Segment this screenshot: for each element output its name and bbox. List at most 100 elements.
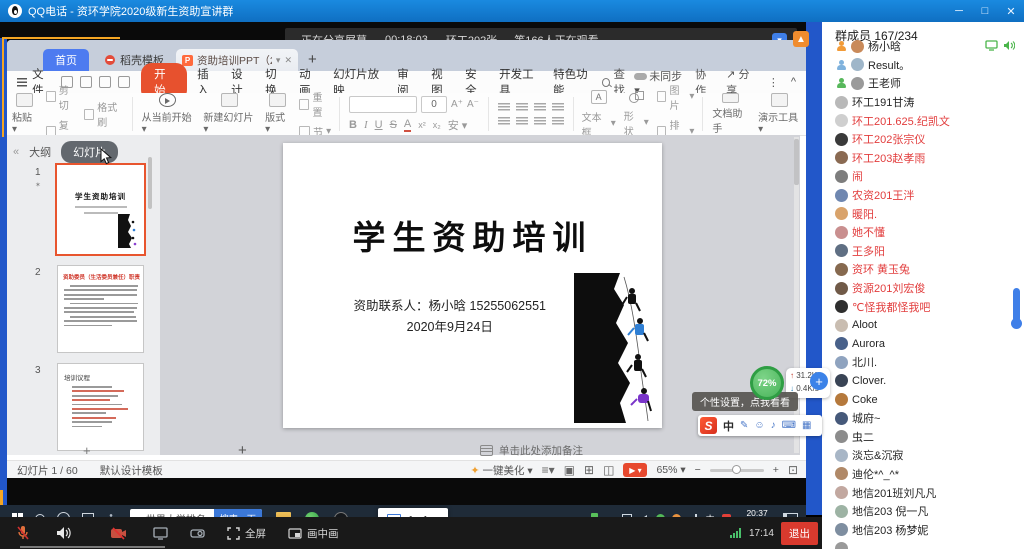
decrease-font-icon[interactable]: A⁻ <box>467 99 479 110</box>
member-row[interactable]: Result。 <box>822 56 1024 75</box>
layout-button[interactable]: 版式 ▾ <box>260 93 295 135</box>
member-scrollbar-knob[interactable] <box>1011 318 1022 329</box>
fit-slide-icon[interactable]: ⊡ <box>788 463 798 477</box>
zoom-level[interactable]: 65% ▾ <box>656 464 685 476</box>
picture-button[interactable]: 图片 ▾ <box>657 82 695 112</box>
member-scrollbar[interactable] <box>1013 288 1020 322</box>
outline-tab[interactable]: 大纲 <box>29 144 51 160</box>
reading-view-icon[interactable]: ◫ <box>603 463 614 477</box>
increase-font-icon[interactable]: A⁺ <box>451 99 463 110</box>
bullets-icon[interactable] <box>498 103 510 112</box>
member-row[interactable]: Aloot <box>822 316 1024 335</box>
align-right-icon[interactable] <box>534 117 546 126</box>
doc-helper-button[interactable]: 文档助手 <box>707 93 753 135</box>
share-control-icon[interactable]: ▲ <box>793 31 809 47</box>
ime-more-icon[interactable]: ▦ <box>802 420 811 431</box>
member-row[interactable]: 北川. <box>822 353 1024 372</box>
undo-icon[interactable] <box>99 76 111 88</box>
slide-thumbnail-2[interactable]: 资助委员（生活委员兼任）职责 <box>57 265 144 353</box>
textbox-button[interactable]: 文本框 ▾ <box>582 109 616 139</box>
member-row[interactable]: 环工191甘涛 <box>822 93 1024 112</box>
member-row[interactable]: ℃怪我都怪我吧 <box>822 297 1024 316</box>
more-menu-icon[interactable]: ⋮ <box>768 76 779 89</box>
align-center-icon[interactable] <box>516 117 528 126</box>
member-row[interactable]: 虫二 <box>822 427 1024 446</box>
member-row[interactable]: 淡忘&沉寂 <box>822 446 1024 465</box>
zoom-slider-knob[interactable] <box>732 465 741 474</box>
member-row[interactable]: Clover. <box>822 372 1024 391</box>
ime-keyboard-icon[interactable]: ⌨ <box>782 420 796 431</box>
phonetic-guide-button[interactable]: 安 ▾ <box>448 117 468 133</box>
hamburger-icon[interactable] <box>17 78 27 87</box>
collapse-panel-icon[interactable]: « <box>13 146 19 158</box>
accelerate-button[interactable]: + <box>810 372 828 390</box>
strikethrough-button[interactable]: S <box>390 119 397 131</box>
print-icon[interactable] <box>80 76 92 88</box>
slide-thumbnail-3[interactable]: 培训议程 <box>57 363 144 451</box>
reset-button[interactable]: 重置 <box>299 89 331 119</box>
slide-thumbnail-1[interactable]: 学生资助培训 <box>55 163 146 256</box>
zoom-in-button[interactable]: + <box>773 464 779 476</box>
sogou-logo-icon[interactable]: S <box>700 417 717 434</box>
canvas-scrollbar-thumb[interactable] <box>794 139 799 185</box>
format-painter-button[interactable]: 格式刷 <box>84 99 123 129</box>
exit-call-button[interactable]: 退出 <box>781 522 818 545</box>
ime-voice-icon[interactable]: ♪ <box>771 420 776 431</box>
play-from-current-button[interactable]: 从当前开始 ▾ <box>137 93 199 135</box>
panel-scrollbar[interactable] <box>148 157 152 209</box>
slide-canvas[interactable]: 学生资助培训 资助联系人：杨小晗 15255062551 2020年9月24日 <box>283 143 662 428</box>
add-slide-button[interactable]: + <box>83 443 91 458</box>
member-row[interactable]: 地信201班刘凡凡 <box>822 483 1024 502</box>
new-slide-button[interactable]: 新建幻灯片 ▾ <box>198 93 260 135</box>
camera-off-button[interactable] <box>111 527 127 540</box>
paste-button[interactable]: 粘贴 ▾ <box>7 93 42 135</box>
member-row[interactable] <box>822 539 1024 549</box>
present-tools-button[interactable]: 演示工具 ▾ <box>753 93 806 135</box>
ime-emoji-icon[interactable]: ☺ <box>754 420 764 431</box>
minimize-button[interactable]: ─ <box>946 0 972 22</box>
member-row[interactable]: 资环 黄玉兔 <box>822 260 1024 279</box>
justify-icon[interactable] <box>552 117 564 126</box>
notes-plus-button[interactable]: + <box>238 442 247 459</box>
member-row[interactable]: 闹 <box>822 167 1024 186</box>
share-screen-button[interactable] <box>153 527 168 540</box>
member-row[interactable]: 环工203赵孝雨 <box>822 149 1024 168</box>
member-row[interactable]: 环工201.625.纪凯文 <box>822 111 1024 130</box>
maximize-button[interactable]: □ <box>972 0 998 22</box>
member-row[interactable]: 环工202张宗仪 <box>822 130 1024 149</box>
member-row[interactable]: 城府~ <box>822 409 1024 428</box>
numbering-icon[interactable] <box>516 103 528 112</box>
member-row[interactable]: 资源201刘宏俊 <box>822 279 1024 298</box>
indent-increase-icon[interactable] <box>552 103 564 112</box>
cut-button[interactable]: 剪切 <box>46 82 76 112</box>
redo-icon[interactable] <box>118 76 130 88</box>
superscript-button[interactable]: x² <box>418 120 426 130</box>
font-color-button[interactable]: A <box>404 118 411 132</box>
notes-view-icon[interactable]: ≡▾ <box>542 463 555 477</box>
microphone-muted-button[interactable] <box>16 525 30 541</box>
zoom-out-button[interactable]: − <box>695 464 701 476</box>
close-button[interactable]: ✕ <box>998 0 1024 22</box>
member-row[interactable]: 王老师 <box>822 74 1024 93</box>
member-row[interactable]: 农资201王泮 <box>822 186 1024 205</box>
member-row[interactable]: Aurora <box>822 335 1024 354</box>
zoom-slider[interactable] <box>710 469 764 472</box>
design-template[interactable]: 默认设计模板 <box>100 463 163 478</box>
ime-language-mode[interactable]: 中 <box>723 418 734 434</box>
normal-view-icon[interactable]: ▣ <box>564 463 575 477</box>
italic-button[interactable]: I <box>364 119 368 131</box>
shapes-button[interactable]: 形状 ▾ <box>624 108 649 138</box>
member-row[interactable]: 她不懂 <box>822 223 1024 242</box>
member-row[interactable]: 暖阳. <box>822 204 1024 223</box>
member-row[interactable]: 地信203 倪一凡 <box>822 502 1024 521</box>
collapse-ribbon-icon[interactable]: ^ <box>791 76 796 88</box>
beautify-button[interactable]: ✦ 一键美化 ▾ <box>470 463 532 478</box>
font-size-select[interactable]: 0 <box>421 96 447 113</box>
font-family-select[interactable] <box>349 96 417 113</box>
indent-decrease-icon[interactable] <box>534 103 546 112</box>
ime-toolbar[interactable]: S 中 ✎ ☺ ♪ ⌨ ▦ <box>698 415 822 436</box>
align-left-icon[interactable] <box>498 117 510 126</box>
underline-button[interactable]: U <box>375 119 383 131</box>
performance-ball[interactable]: 72% <box>750 366 784 400</box>
ime-pen-icon[interactable]: ✎ <box>740 420 748 431</box>
